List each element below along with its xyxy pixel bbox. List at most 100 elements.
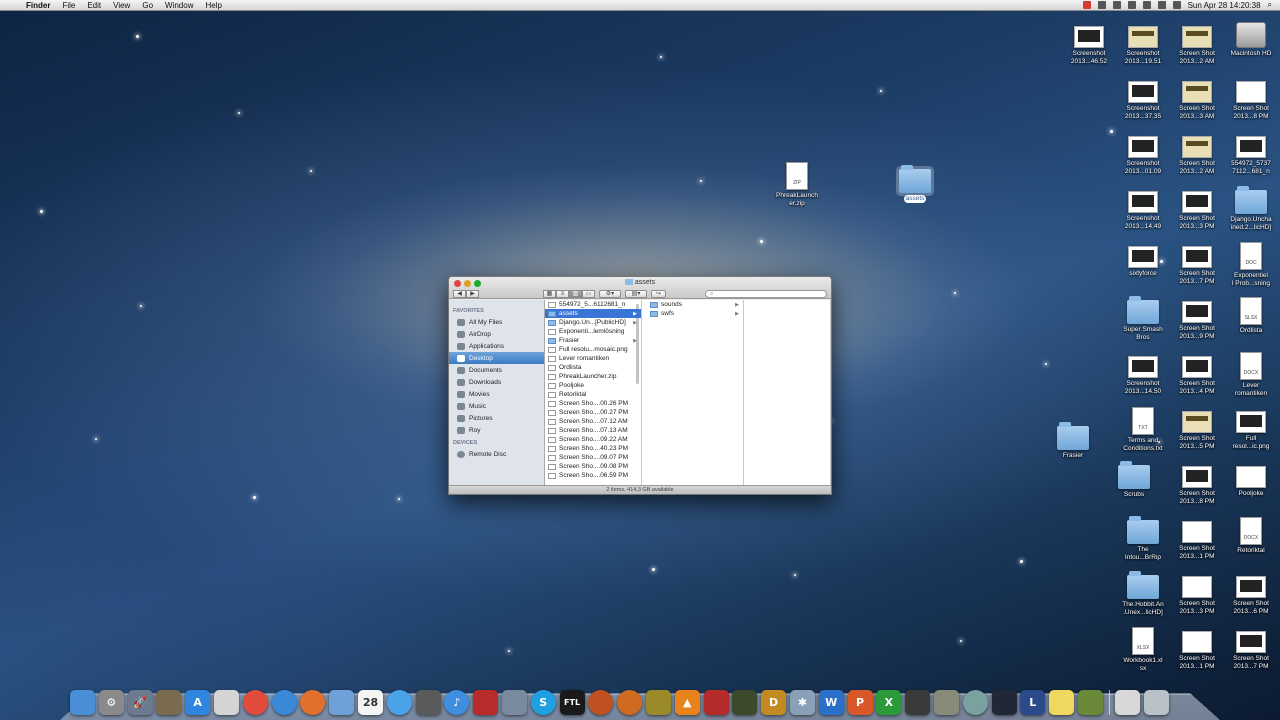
desktop-icon[interactable]: 554972_5737 7112...681_n [1224, 132, 1278, 175]
file-row[interactable]: Screen Sho....09.22 AM [545, 435, 641, 444]
menu-window[interactable]: Window [159, 1, 199, 10]
file-row[interactable]: Screen Sho....07.12 AM [545, 417, 641, 426]
sidebar-item-downloads[interactable]: Downloads [449, 376, 544, 388]
excel-icon[interactable]: X [876, 690, 902, 715]
desktop-icon[interactable]: sixtyforce [1116, 242, 1170, 278]
calendar-icon[interactable]: 28 [357, 690, 383, 715]
file-row[interactable]: Screen Sho....00.27 PM [545, 408, 641, 417]
photo-booth-icon[interactable] [473, 690, 499, 715]
sidebar-item-applications[interactable]: Applications [449, 340, 544, 352]
app-store-icon[interactable]: A [185, 690, 211, 715]
sidebar-item-pictures[interactable]: Pictures [449, 412, 544, 424]
desktop-icon[interactable]: Screen Shot 2013...2 AM [1170, 132, 1224, 175]
powerpoint-icon[interactable]: P [847, 690, 873, 715]
desktop-icon[interactable]: Screen Shot 2013...9 PM [1170, 297, 1224, 340]
chrome-icon[interactable] [242, 690, 268, 715]
system-preferences-icon[interactable]: ⚙ [98, 690, 124, 715]
sidebar-item-remote-disc[interactable]: Remote Disc [449, 448, 544, 460]
search-input[interactable]: ⌕ [705, 289, 827, 298]
file-row[interactable]: sounds ▶ [642, 300, 743, 309]
app-icon-bridge[interactable] [933, 690, 959, 715]
desktop-icon[interactable]: Pooljoke [1224, 462, 1278, 498]
list-view-button[interactable]: ≡ [556, 289, 569, 298]
safari-icon[interactable] [271, 690, 297, 715]
trash-icon[interactable] [1144, 690, 1170, 715]
file-row[interactable]: Frasier ▶ [545, 336, 641, 345]
pages-icon[interactable] [329, 690, 355, 715]
skype-icon[interactable]: S [530, 690, 556, 715]
sidebar-item-desktop[interactable]: Desktop [449, 352, 544, 364]
desktop-icon[interactable]: Screenshot 2013...14.50 [1116, 352, 1170, 395]
app-icon-star[interactable]: ✱ [789, 690, 815, 715]
app-icon-green[interactable] [1077, 690, 1103, 715]
back-button[interactable]: ◀ [453, 289, 466, 298]
file-row[interactable]: assets ▶ [545, 309, 641, 318]
desktop-icon[interactable]: Screenshot 2013...19.51 [1116, 22, 1170, 65]
menu-extra-icon[interactable] [1097, 1, 1106, 9]
sidebar-item-airdrop[interactable]: AirDrop [449, 328, 544, 340]
column-view-button[interactable]: ▥ [569, 289, 582, 298]
file-row[interactable]: swfs ▶ [642, 309, 743, 318]
itunes-icon[interactable]: ♪ [444, 690, 470, 715]
desktop-icon[interactable]: assets [888, 165, 942, 203]
file-row[interactable]: Exponenti...lemlösning [545, 327, 641, 336]
file-row[interactable]: Screen Sho....06.59 PM [545, 471, 641, 480]
file-row[interactable]: Pooljoke [545, 381, 641, 390]
file-row[interactable]: Screen Sho....40.23 PM [545, 444, 641, 453]
sidebar-item-roy[interactable]: Roy [449, 424, 544, 436]
battery-icon[interactable] [1157, 1, 1166, 9]
desktop-icon[interactable]: Super Smash Bros [1116, 296, 1170, 341]
desktop-icon[interactable]: Screen Shot 2013...3 PM [1170, 572, 1224, 615]
desktop-icon[interactable]: Screenshot 2013...46.52 [1062, 22, 1116, 65]
volume-icon[interactable] [1142, 1, 1151, 9]
desktop-icon[interactable]: Screen Shot 2013...4 PM [1170, 352, 1224, 395]
desktop-icon[interactable]: Screen Shot 2013...7 PM [1170, 242, 1224, 285]
share-button[interactable]: ↪ [651, 289, 666, 298]
arrange-button[interactable]: ▤▾ [625, 289, 647, 298]
desktop-icon[interactable]: Screenshot 2013...14.49 [1116, 187, 1170, 230]
game-icon-3[interactable] [645, 690, 671, 715]
desktop-icon[interactable]: Screen Shot 2013...3 AM [1170, 77, 1224, 120]
preview-icon[interactable] [156, 690, 182, 715]
steam-icon[interactable] [905, 690, 931, 715]
flag-icon[interactable] [1172, 1, 1181, 9]
app-icon-disc[interactable] [962, 690, 988, 715]
desktop-icon[interactable]: Screen Shot 2013...8 PM [1170, 462, 1224, 505]
sidebar-item-music[interactable]: Music [449, 400, 544, 412]
finder-icon[interactable] [70, 690, 95, 715]
file-row[interactable]: Screen Sho....00.26 PM [545, 399, 641, 408]
desktop-icon[interactable]: Screen Shot 2013...8 PM [1224, 77, 1278, 120]
desktop-icon[interactable]: The Intou...BrRip [1116, 516, 1170, 561]
desktop-icon[interactable]: Screen Shot 2013...7 PM [1224, 627, 1278, 670]
messages-icon[interactable] [386, 690, 412, 715]
file-row[interactable]: Django.Un...[PublicHD] ▶ [545, 318, 641, 327]
textedit-icon[interactable] [213, 690, 239, 715]
forward-button[interactable]: ▶ [466, 289, 479, 298]
file-row[interactable]: Retoriktal [545, 390, 641, 399]
app-icon-d[interactable]: D [761, 690, 787, 715]
desktop-icon[interactable]: Screen Shot 2013...3 PM [1170, 187, 1224, 230]
desktop-icon[interactable]: SLSX Ordlista [1224, 297, 1278, 335]
documents-stack-icon[interactable] [1115, 690, 1141, 715]
ftl-icon[interactable]: FTL [559, 690, 585, 715]
iphoto-icon[interactable] [501, 690, 527, 715]
desktop-icon[interactable]: Scrubs [1107, 461, 1161, 499]
game-icon-2[interactable] [617, 690, 643, 715]
file-row[interactable]: Screen Sho....09.07 PM [545, 453, 641, 462]
menu-help[interactable]: Help [199, 1, 227, 10]
desktop-icon[interactable]: Macintosh HD [1224, 22, 1278, 58]
league-icon[interactable]: L [1020, 690, 1046, 715]
menu-file[interactable]: File [56, 1, 81, 10]
file-row[interactable]: Full resolu...mosaic.png [545, 345, 641, 354]
menu-view[interactable]: View [107, 1, 136, 10]
desktop-icon[interactable]: Frasier [1046, 422, 1100, 460]
desktop-icon[interactable]: Django.Uncha ined.2...licHD] [1224, 186, 1278, 231]
desktop-icon[interactable]: Screenshot 2013...01.09 [1116, 132, 1170, 175]
menu-extra-icon[interactable] [1112, 1, 1121, 9]
desktop-icon[interactable]: DOC Exponentiel l Prob...sning [1224, 242, 1278, 287]
desktop-icon[interactable]: XLSX Workbook1.xl sx [1116, 627, 1170, 672]
status-indicator-icon[interactable] [1082, 1, 1091, 9]
finder-titlebar[interactable]: assets ◀ ▶ ▦ ≡ ▥ ▭ ⚙▾ ▤▾ ↪ ⌕ [449, 277, 831, 299]
game-icon-1[interactable] [588, 690, 614, 715]
desktop-icon[interactable]: TXT Terms and Conditions.txt [1116, 407, 1170, 452]
